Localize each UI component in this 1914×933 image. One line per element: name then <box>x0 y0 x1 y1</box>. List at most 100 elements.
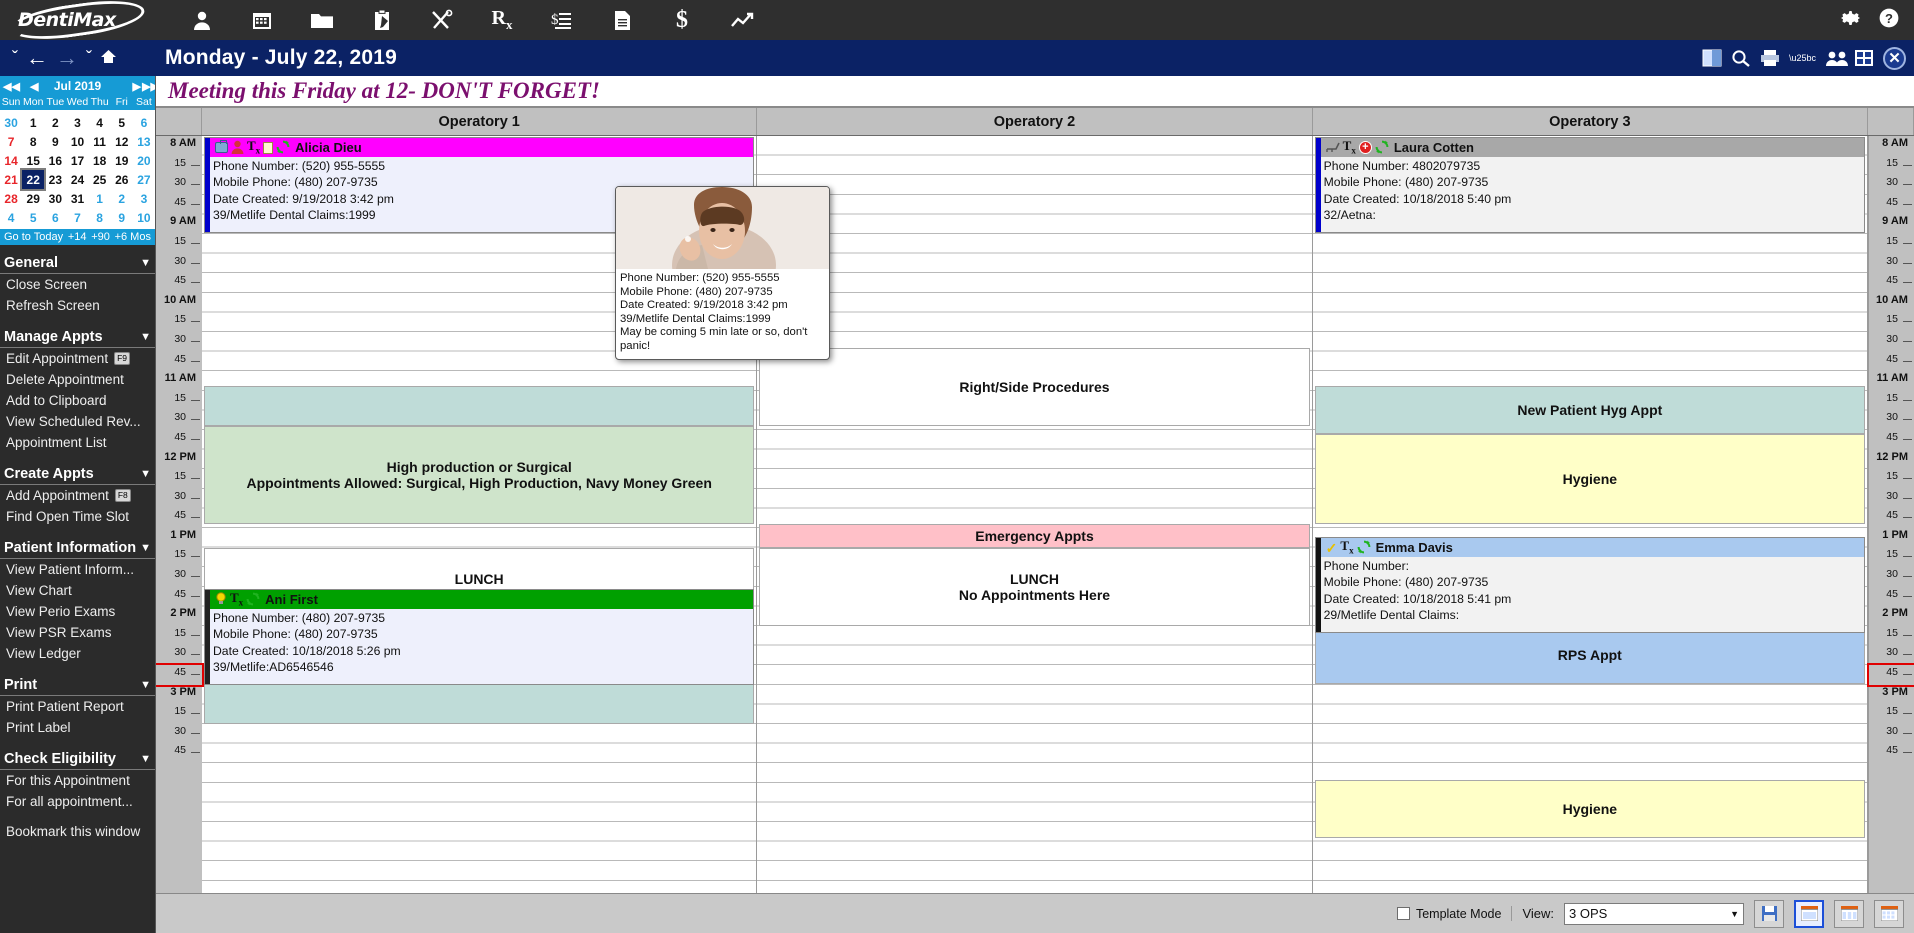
time-slot-15[interactable]: 15 <box>156 234 202 254</box>
time-slot-45[interactable]: 45 <box>156 352 202 372</box>
calendar-day-21[interactable]: 21 <box>0 170 22 189</box>
chevron-down-icon[interactable]: ▼ <box>140 679 151 691</box>
time-slot-30[interactable]: 30 <box>1869 567 1914 587</box>
time-slot-45[interactable]: 45 <box>1869 743 1914 763</box>
help-icon[interactable]: ? <box>1878 7 1900 34</box>
nav-dropdown-right-icon[interactable]: ˇ <box>86 49 92 67</box>
time-slot-45[interactable]: 45 <box>1869 508 1914 528</box>
sidebar-item-print-patient-report[interactable]: Print Patient Report <box>0 696 155 717</box>
time-slot-15[interactable]: 15 <box>156 156 202 176</box>
calendar-day-14[interactable]: 14 <box>0 151 22 170</box>
sidebar-item-appointment-list[interactable]: Appointment List <box>0 432 155 453</box>
clipboard-icon[interactable] <box>365 5 399 35</box>
time-slot-30[interactable]: 30 <box>156 410 202 430</box>
calendar-day-30[interactable]: 30 <box>0 113 22 132</box>
calendar-day-7[interactable]: 7 <box>0 132 22 151</box>
time-slot-15[interactable]: 15 <box>156 547 202 567</box>
sidebar-group-print[interactable]: Print▼ <box>0 673 155 696</box>
calendar-day-25[interactable]: 25 <box>89 170 111 189</box>
nav-forward-icon[interactable]: → <box>56 47 78 69</box>
template-mode-checkbox[interactable] <box>1397 907 1410 920</box>
view-select[interactable]: 3 OPS ▼ <box>1564 903 1744 925</box>
time-slot-3-pm[interactable]: 3 PM <box>1869 685 1914 705</box>
time-slot-45[interactable]: 45 <box>1869 195 1914 215</box>
chevron-down-icon[interactable]: ▼ <box>1730 909 1739 919</box>
time-slot-15[interactable]: 15 <box>1869 312 1914 332</box>
time-slot-9-am[interactable]: 9 AM <box>156 214 202 234</box>
appointment-header[interactable]: ✓TxEmma Davis <box>1321 538 1864 557</box>
chevron-down-icon[interactable]: ▼ <box>140 257 151 269</box>
nav-back-icon[interactable]: ← <box>26 47 48 69</box>
calendar-day-9[interactable]: 9 <box>111 208 133 227</box>
patient-icon[interactable] <box>185 5 219 35</box>
operatory-header-2[interactable]: Operatory 2 <box>757 108 1312 135</box>
operatory-header-1[interactable]: Operatory 1 <box>202 108 757 135</box>
time-slot-30[interactable]: 30 <box>156 724 202 744</box>
chevron-down-icon[interactable]: ▼ <box>140 542 151 554</box>
appointment-block[interactable]: TxAni FirstPhone Number: (480) 207-9735M… <box>204 589 754 685</box>
time-slot-15[interactable]: 15 <box>1869 391 1914 411</box>
settings-gear-icon[interactable] <box>1840 7 1862 34</box>
time-slot-30[interactable]: 30 <box>156 254 202 274</box>
time-slot-8-am[interactable]: 8 AM <box>156 136 202 156</box>
time-column-right[interactable]: 8 AM1530459 AM15304510 AM15304511 AM1530… <box>1868 136 1914 893</box>
calendar-day-15[interactable]: 15 <box>22 151 44 170</box>
time-slot-45[interactable]: 45 <box>1869 273 1914 293</box>
operatory-header-3[interactable]: Operatory 3 <box>1313 108 1868 135</box>
schedule-block[interactable]: Emergency Appts <box>759 524 1309 548</box>
time-slot-15[interactable]: 15 <box>156 391 202 411</box>
sidebar-group-check-eligibility[interactable]: Check Eligibility▼ <box>0 747 155 770</box>
calendar-day-12[interactable]: 12 <box>111 132 133 151</box>
time-slot-30[interactable]: 30 <box>156 175 202 195</box>
calendar-day-20[interactable]: 20 <box>133 151 155 170</box>
nav-dropdown-left-icon[interactable]: ˇ <box>12 49 18 67</box>
time-slot-11-am[interactable]: 11 AM <box>1869 371 1914 391</box>
time-slot-30[interactable]: 30 <box>1869 332 1914 352</box>
sidebar-item-for-all-appointment[interactable]: For all appointment... <box>0 791 155 812</box>
save-view-button[interactable] <box>1754 900 1784 928</box>
calendar-prev-month-button[interactable]: ◀ <box>30 80 38 93</box>
schedule-block[interactable]: Hygiene <box>1315 434 1865 524</box>
time-slot-2-pm[interactable]: 2 PM <box>1869 606 1914 626</box>
go-to-today-button[interactable]: Go to Today <box>4 231 63 243</box>
calendar-day-16[interactable]: 16 <box>44 151 66 170</box>
time-slot-45[interactable]: 45 <box>156 430 202 450</box>
calendar-day-22[interactable]: 22 <box>22 170 44 189</box>
calendar-day-3[interactable]: 3 <box>66 113 88 132</box>
calendar-day-6[interactable]: 6 <box>44 208 66 227</box>
calendar-day-28[interactable]: 28 <box>0 189 22 208</box>
calendar-day-2[interactable]: 2 <box>111 189 133 208</box>
schedule-block[interactable]: RPS Appt <box>1315 626 1865 684</box>
appointment-block[interactable]: Tx+Laura CottenPhone Number: 4802079735M… <box>1315 137 1865 233</box>
calendar-prev-year-button[interactable]: ◀◀ <box>3 80 20 93</box>
time-slot-3-pm[interactable]: 3 PM <box>156 685 202 705</box>
time-slot-15[interactable]: 15 <box>156 626 202 646</box>
time-slot-15[interactable]: 15 <box>156 704 202 724</box>
time-slot-45[interactable]: 45 <box>156 587 202 607</box>
time-slot-10-am[interactable]: 10 AM <box>1869 293 1914 313</box>
operatory-column-3[interactable]: New Patient Hyg ApptHygieneLUNCH No Appo… <box>1313 136 1868 893</box>
sidebar-item-close-screen[interactable]: Close Screen <box>0 274 155 295</box>
day-view-button[interactable] <box>1794 900 1824 928</box>
time-slot-30[interactable]: 30 <box>1869 410 1914 430</box>
appointment-header[interactable]: Tx+Laura Cotten <box>1321 138 1864 157</box>
calendar-day-grid[interactable]: 3012345678910111213141516171819202122232… <box>0 110 155 229</box>
calendar-day-18[interactable]: 18 <box>89 151 111 170</box>
providers-icon[interactable] <box>1825 49 1845 67</box>
finance-icon[interactable]: $ <box>665 5 699 35</box>
sidebar-group-manage-appts[interactable]: Manage Appts▼ <box>0 325 155 348</box>
sidebar-group-create-appts[interactable]: Create Appts▼ <box>0 462 155 485</box>
sidebar-item-add-to-clipboard[interactable]: Add to Clipboard <box>0 390 155 411</box>
calendar-day-4[interactable]: 4 <box>0 208 22 227</box>
schedule-block[interactable] <box>204 386 754 426</box>
appointment-header[interactable]: TxAni First <box>210 590 753 609</box>
time-slot-30[interactable]: 30 <box>156 645 202 665</box>
time-slot-9-am[interactable]: 9 AM <box>1869 214 1914 234</box>
time-slot-15[interactable]: 15 <box>1869 626 1914 646</box>
ledger-icon[interactable]: $ <box>545 5 579 35</box>
calendar-day-1[interactable]: 1 <box>89 189 111 208</box>
day-view-icon[interactable] <box>1854 49 1874 67</box>
calendar-day-6[interactable]: 6 <box>133 113 155 132</box>
time-slot-30[interactable]: 30 <box>1869 645 1914 665</box>
time-slot-45[interactable]: 45 <box>156 273 202 293</box>
